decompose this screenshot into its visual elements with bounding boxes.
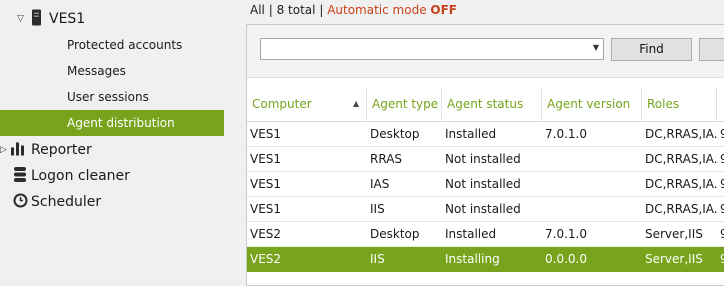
cell-roles: DC,RRAS,IA... — [645, 177, 717, 191]
cell-more: 9 — [720, 252, 724, 266]
find-button[interactable]: Find — [611, 38, 692, 61]
cell-agent-version — [542, 172, 642, 197]
tree-node-reporter[interactable]: ▷ Reporter — [0, 137, 224, 163]
filter-bar: ▼ Find — [247, 25, 724, 78]
column-header-agent-status[interactable]: Agent status — [442, 87, 542, 121]
tree-item-messages[interactable]: Messages — [0, 58, 224, 84]
table-row[interactable]: VES2 Desktop Installed 7.0.1.0 Server,IIS 9 — [247, 222, 724, 247]
cell-roles: DC,RRAS,IA... — [645, 127, 717, 141]
tree-item-label: Agent distribution — [67, 116, 175, 130]
cell-roles: DC,RRAS,IA... — [645, 202, 717, 216]
tree-node-scheduler-label: Scheduler — [31, 194, 102, 210]
tree-node-reporter-label: Reporter — [31, 142, 92, 158]
database-icon — [14, 167, 26, 185]
column-header-roles[interactable]: Roles — [642, 87, 717, 121]
cell-agent-version — [542, 197, 642, 222]
cell-more: 9 — [720, 127, 724, 141]
table-row[interactable]: VES1 IAS Not installed DC,RRAS,IA...9 — [247, 172, 724, 197]
column-header-computer[interactable]: Computer ▲ — [247, 87, 367, 121]
cell-agent-status: Installed — [445, 227, 497, 241]
cell-more: 9 — [720, 177, 724, 191]
automatic-mode-value[interactable]: OFF — [430, 3, 457, 17]
navigation-tree: ▽ VES1 Protected accounts Messages User … — [0, 0, 224, 269]
tree-item-label: Protected accounts — [67, 38, 183, 52]
tree-node-logon-cleaner-label: Logon cleaner — [31, 168, 130, 184]
agents-grid-panel: ▼ Find Computer ▲ Agent type Agent statu… — [246, 24, 724, 286]
chevron-down-icon[interactable]: ▼ — [593, 43, 599, 52]
cell-roles: Server,IIS — [645, 227, 703, 241]
tree-item-agent-distribution[interactable]: Agent distribution — [0, 110, 224, 136]
cell-agent-type: IIS — [370, 252, 385, 266]
cell-agent-version: 7.0.1.0 — [545, 127, 587, 141]
cell-agent-version: 7.0.1.0 — [545, 227, 587, 241]
cell-agent-type: IIS — [370, 202, 385, 216]
cell-roles: Server,IIS — [645, 252, 703, 266]
tree-node-scheduler[interactable]: Scheduler — [0, 189, 224, 215]
cell-more: 9 — [720, 227, 724, 241]
tree-item-label: User sessions — [67, 90, 149, 104]
cell-agent-type: Desktop — [370, 227, 420, 241]
secondary-button[interactable] — [699, 38, 724, 61]
column-header-more[interactable] — [717, 87, 724, 121]
total-count: 8 total — [276, 3, 316, 17]
cell-computer: VES2 — [250, 252, 282, 266]
cell-computer: VES1 — [250, 177, 282, 191]
cell-computer: VES1 — [250, 127, 282, 141]
search-combobox[interactable]: ▼ — [260, 38, 604, 60]
server-icon — [32, 9, 41, 29]
bar-chart-icon — [11, 142, 25, 159]
expand-icon[interactable]: ▷ — [0, 145, 7, 155]
table-row[interactable]: VES1 Desktop Installed 7.0.1.0 DC,RRAS,IA...… — [247, 122, 724, 147]
cell-computer: VES1 — [250, 202, 282, 216]
column-header-agent-version[interactable]: Agent version — [542, 87, 642, 121]
status-separator: | — [319, 3, 324, 17]
tree-item-user-sessions[interactable]: User sessions — [0, 84, 224, 110]
cell-agent-status: Installing — [445, 252, 500, 266]
tree-node-logon-cleaner[interactable]: Logon cleaner — [0, 163, 224, 189]
sort-ascending-icon: ▲ — [353, 99, 360, 108]
filter-all-link[interactable]: All — [250, 3, 265, 17]
table-row[interactable]: VES1 RRAS Not installed DC,RRAS,IA...9 — [247, 147, 724, 172]
status-bar: All | 8 total | Automatic mode OFF — [250, 3, 457, 17]
cell-agent-status: Not installed — [445, 202, 521, 216]
cell-agent-version: 0.0.0.0 — [545, 252, 587, 266]
cell-more: 9 — [720, 152, 724, 166]
status-separator: | — [268, 3, 273, 17]
cell-agent-version — [542, 147, 642, 172]
clock-icon — [13, 193, 28, 211]
cell-agent-status: Installed — [445, 127, 497, 141]
tree-item-protected-accounts[interactable]: Protected accounts — [0, 32, 224, 58]
cell-agent-type: Desktop — [370, 127, 420, 141]
column-header-agent-type[interactable]: Agent type — [367, 87, 442, 121]
cell-agent-type: IAS — [370, 177, 390, 191]
tree-node-server[interactable]: ▽ VES1 — [0, 6, 224, 32]
cell-agent-status: Not installed — [445, 152, 521, 166]
cell-agent-type: RRAS — [370, 152, 403, 166]
table-header: Computer ▲ Agent type Agent status Agent… — [247, 87, 724, 122]
cell-more: 9 — [720, 202, 724, 216]
main-panel: All | 8 total | Automatic mode OFF ▼ Fin… — [240, 0, 724, 286]
cell-computer: VES2 — [250, 227, 282, 241]
cell-agent-status: Not installed — [445, 177, 521, 191]
table-row[interactable]: VES1 IIS Not installed DC,RRAS,IA...9 — [247, 197, 724, 222]
collapse-icon[interactable]: ▽ — [17, 14, 24, 24]
automatic-mode-label[interactable]: Automatic mode — [327, 3, 426, 17]
cell-computer: VES1 — [250, 152, 282, 166]
table-row[interactable]: VES2 IIS Installing 0.0.0.0 Server,IIS 9 — [247, 247, 724, 272]
column-header-label: Computer — [252, 97, 312, 111]
tree-node-server-label: VES1 — [49, 11, 86, 27]
cell-roles: DC,RRAS,IA... — [645, 152, 717, 166]
tree-item-label: Messages — [67, 64, 126, 78]
